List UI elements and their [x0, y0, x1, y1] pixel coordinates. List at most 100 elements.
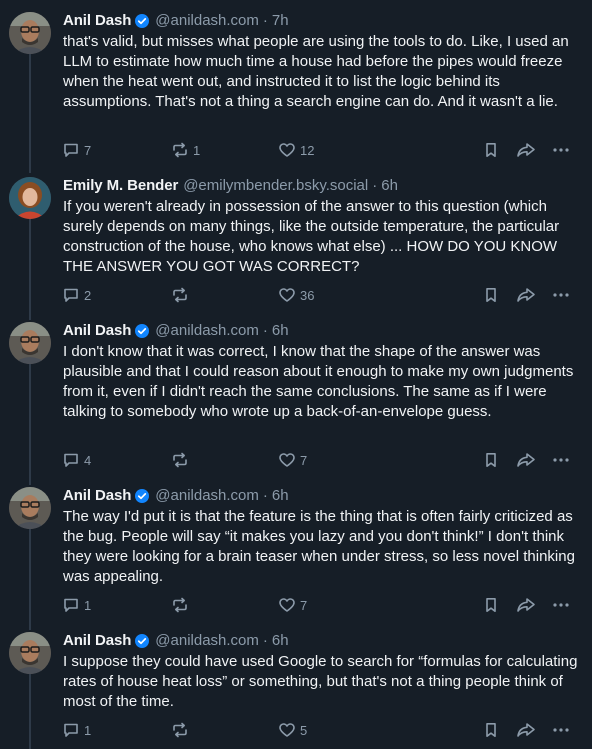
reply-button[interactable]: 1	[62, 718, 91, 742]
thread-line	[29, 620, 31, 628]
repost-button[interactable]	[171, 593, 193, 617]
ellipsis-icon	[553, 603, 569, 607]
share-button[interactable]	[516, 593, 536, 617]
avatar-image	[9, 12, 51, 54]
ellipsis-icon	[553, 148, 569, 152]
post-header: Anil Dash @anildash.com · 6h	[63, 630, 580, 652]
display-name[interactable]: Anil Dash	[63, 10, 131, 32]
avatar-anil-dash[interactable]	[9, 487, 51, 529]
handle[interactable]: @anildash.com	[155, 10, 259, 32]
bookmark-button[interactable]	[482, 593, 500, 617]
bookmark-button[interactable]	[482, 718, 500, 742]
reply-count: 7	[84, 142, 92, 158]
repost-arrows-icon	[173, 452, 187, 468]
more-options-button[interactable]	[552, 718, 570, 742]
separator-dot: ·	[262, 487, 268, 504]
speech-bubble-icon	[64, 598, 78, 612]
post-header: Anil Dash @anildash.com · 6h	[63, 485, 580, 507]
thread-line	[29, 674, 31, 749]
repost-button[interactable]	[171, 448, 193, 472]
more-options-button[interactable]	[552, 593, 570, 617]
repost-arrows-icon	[173, 722, 187, 738]
like-button[interactable]: 36	[278, 283, 314, 307]
action-bar: 7 1 12	[58, 138, 580, 162]
post[interactable]: Anil Dash @anildash.com · 6h I don't kno…	[0, 310, 592, 485]
timestamp[interactable]: 6h	[381, 175, 398, 197]
post-text: If you weren't already in possession of …	[63, 198, 560, 275]
speech-bubble-icon	[64, 723, 78, 737]
share-button[interactable]	[516, 138, 536, 162]
timestamp[interactable]: 6h	[272, 630, 289, 652]
handle[interactable]: @anildash.com	[155, 630, 259, 652]
thread-line	[29, 165, 31, 173]
more-options-button[interactable]	[552, 448, 570, 472]
avatar-anil-dash[interactable]	[9, 12, 51, 54]
like-count: 7	[300, 452, 308, 468]
display-name[interactable]: Anil Dash	[63, 320, 131, 342]
share-arrow-icon	[517, 598, 535, 612]
share-button[interactable]	[516, 283, 536, 307]
reply-button[interactable]: 2	[62, 283, 91, 307]
display-name[interactable]: Anil Dash	[63, 630, 131, 652]
avatar-anil-dash[interactable]	[9, 632, 51, 674]
reply-button[interactable]: 7	[62, 138, 91, 162]
bookmark-icon	[486, 723, 496, 737]
share-button[interactable]	[516, 718, 536, 742]
heart-icon	[279, 143, 295, 157]
like-button[interactable]: 7	[278, 593, 307, 617]
speech-bubble-icon	[64, 453, 78, 467]
post[interactable]: Emily M. Bender @emilymbender.bsky.socia…	[0, 165, 592, 320]
avatar-image	[9, 487, 51, 529]
like-button[interactable]: 5	[278, 718, 307, 742]
handle[interactable]: @anildash.com	[155, 320, 259, 342]
thread-line	[29, 54, 31, 165]
bookmark-icon	[486, 453, 496, 467]
action-bar: 1 7	[58, 593, 580, 617]
post[interactable]: Anil Dash @anildash.com · 7h that's vali…	[0, 10, 592, 165]
action-bar: 4 7	[58, 448, 580, 472]
display-name[interactable]: Emily M. Bender	[63, 175, 178, 197]
like-button[interactable]: 7	[278, 448, 307, 472]
post-text: I suppose they could have used Google to…	[63, 653, 578, 710]
verified-check-icon	[135, 489, 150, 503]
bookmark-button[interactable]	[482, 283, 500, 307]
bookmark-button[interactable]	[482, 448, 500, 472]
post[interactable]: Anil Dash @anildash.com · 6h The way I'd…	[0, 475, 592, 630]
share-button[interactable]	[516, 448, 536, 472]
avatar-anil-dash[interactable]	[9, 322, 51, 364]
timestamp[interactable]: 6h	[272, 485, 289, 507]
separator-dot: ·	[262, 632, 268, 649]
post-header: Emily M. Bender @emilymbender.bsky.socia…	[63, 175, 580, 197]
avatar-emily-m-bender[interactable]	[9, 177, 51, 219]
like-button[interactable]: 12	[278, 138, 314, 162]
reply-button[interactable]: 4	[62, 448, 91, 472]
repost-button[interactable]	[171, 283, 193, 307]
like-count: 12	[300, 142, 315, 158]
more-options-button[interactable]	[552, 283, 570, 307]
handle[interactable]: @emilymbender.bsky.social	[183, 175, 368, 197]
repost-button[interactable]	[171, 718, 193, 742]
reply-count: 1	[84, 597, 92, 613]
avatar-image	[9, 177, 51, 219]
like-count: 7	[300, 597, 308, 613]
heart-icon	[279, 723, 295, 737]
repost-arrows-icon	[173, 597, 187, 613]
display-name[interactable]: Anil Dash	[63, 485, 131, 507]
action-bar: 2 36	[58, 283, 580, 307]
post[interactable]: Anil Dash @anildash.com · 6h I suppose t…	[0, 620, 592, 749]
thread-line	[29, 219, 31, 320]
thread-line	[29, 475, 31, 483]
timestamp[interactable]: 6h	[272, 320, 289, 342]
share-arrow-icon	[517, 723, 535, 737]
reply-button[interactable]: 1	[62, 593, 91, 617]
bookmark-icon	[486, 598, 496, 612]
share-arrow-icon	[517, 288, 535, 302]
repost-button[interactable]: 1	[171, 138, 200, 162]
bookmark-icon	[486, 143, 496, 157]
more-options-button[interactable]	[552, 138, 570, 162]
verified-check-icon	[135, 634, 150, 648]
bookmark-button[interactable]	[482, 138, 500, 162]
bookmark-icon	[486, 288, 496, 302]
handle[interactable]: @anildash.com	[155, 485, 259, 507]
timestamp[interactable]: 7h	[272, 10, 289, 32]
